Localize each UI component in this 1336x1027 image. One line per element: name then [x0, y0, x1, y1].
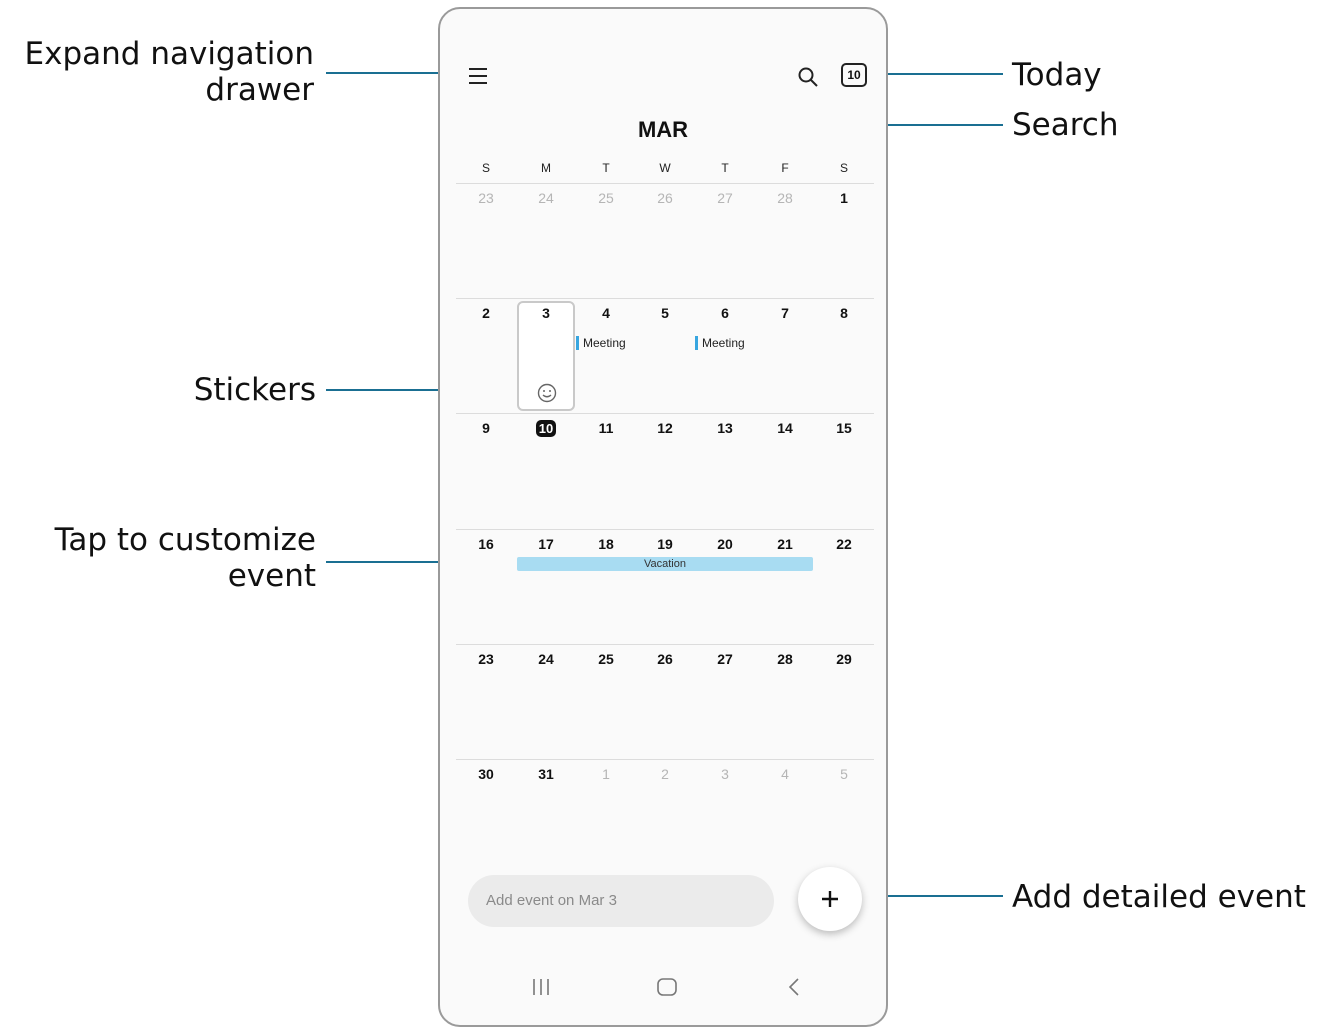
phone-screen: 10 MAR S M T W T F S 23 24 25 26 27 28 1…: [438, 7, 888, 1027]
day-cell[interactable]: 17: [516, 536, 576, 552]
day-cell[interactable]: 3: [695, 766, 755, 782]
day-cell[interactable]: 31: [516, 766, 576, 782]
day-cell-today[interactable]: 10: [516, 420, 576, 437]
callout-search: Search: [1012, 107, 1119, 143]
callout-expand-navigation: Expand navigation drawer: [0, 36, 314, 108]
menu-icon[interactable]: [468, 67, 488, 90]
day-cell[interactable]: 29: [814, 651, 874, 667]
day-cell[interactable]: 27: [695, 190, 755, 206]
day-cell[interactable]: 1: [576, 766, 636, 782]
event-chip-meeting[interactable]: Meeting: [695, 336, 745, 350]
callout-customize-line2: event: [227, 558, 316, 594]
search-icon[interactable]: [797, 66, 819, 93]
day-cell[interactable]: 22: [814, 536, 874, 552]
week-row: 23 24 25 26 27 28 1: [456, 183, 874, 299]
day-cell[interactable]: 26: [635, 190, 695, 206]
day-cell[interactable]: 25: [576, 190, 636, 206]
today-icon-number: 10: [847, 68, 861, 82]
day-cell[interactable]: 9: [456, 420, 516, 436]
day-cell[interactable]: 27: [695, 651, 755, 667]
week-row: 16 17 18 19 20 21 22: [456, 529, 874, 645]
day-cell[interactable]: 24: [516, 651, 576, 667]
add-event-button[interactable]: [798, 867, 862, 931]
day-cell[interactable]: 30: [456, 766, 516, 782]
callout-stickers: Stickers: [193, 372, 316, 408]
event-chip-meeting[interactable]: Meeting: [576, 336, 626, 350]
weekday-label: S: [481, 161, 490, 175]
day-cell[interactable]: 16: [456, 536, 516, 552]
day-cell[interactable]: 26: [635, 651, 695, 667]
event-bar-vacation[interactable]: Vacation: [517, 557, 813, 571]
today-date-badge: 10: [535, 420, 557, 437]
day-cell[interactable]: 7: [755, 305, 815, 321]
weekday-label: M: [541, 161, 551, 175]
day-cell[interactable]: 28: [755, 190, 815, 206]
weekday-label: T: [602, 161, 610, 175]
day-cell[interactable]: 4: [576, 305, 636, 321]
callout-today: Today: [1012, 57, 1102, 93]
recents-icon[interactable]: [530, 977, 552, 1002]
leader-line-add-event: [870, 895, 1003, 897]
weekday-label: F: [781, 161, 789, 175]
day-cell[interactable]: 23: [456, 651, 516, 667]
add-event-input[interactable]: Add event on Mar 3: [468, 875, 774, 927]
callout-customize-line1: Tap to customize: [54, 522, 316, 558]
month-title: MAR: [637, 117, 689, 142]
weekday-label: W: [659, 161, 671, 175]
day-cell[interactable]: 28: [755, 651, 815, 667]
week-row: 9 10 11 12 13 14 15: [456, 413, 874, 529]
day-cell[interactable]: 2: [635, 766, 695, 782]
weekday-label: S: [839, 161, 848, 175]
day-cell[interactable]: 23: [456, 190, 516, 206]
day-cell[interactable]: 12: [635, 420, 695, 436]
week-row: 23 24 25 26 27 28 29: [456, 644, 874, 760]
callout-add-detailed-event: Add detailed event: [1012, 879, 1306, 915]
today-icon[interactable]: 10: [841, 63, 867, 87]
day-cell[interactable]: 3: [516, 305, 576, 321]
day-cell[interactable]: 18: [576, 536, 636, 552]
day-cell[interactable]: 19: [635, 536, 695, 552]
day-cell[interactable]: 13: [695, 420, 755, 436]
callout-customize-event: Tap to customize event: [0, 522, 316, 594]
callout-expand-navigation-line2: drawer: [205, 72, 314, 108]
callout-expand-navigation-line1: Expand navigation: [24, 36, 314, 72]
day-cell[interactable]: 25: [576, 651, 636, 667]
day-cell[interactable]: 11: [576, 420, 636, 436]
day-cell[interactable]: 4: [755, 766, 815, 782]
day-cell[interactable]: 24: [516, 190, 576, 206]
day-cell[interactable]: 5: [635, 305, 695, 321]
home-icon[interactable]: [656, 977, 678, 1002]
day-cell[interactable]: 14: [755, 420, 815, 436]
day-cell[interactable]: 2: [456, 305, 516, 321]
weekday-label: T: [721, 161, 729, 175]
week-row: 30 31 1 2 3 4 5: [456, 759, 874, 875]
day-cell[interactable]: 1: [814, 190, 874, 206]
back-icon[interactable]: [786, 977, 802, 1002]
day-cell[interactable]: 15: [814, 420, 874, 436]
leader-line-today: [870, 73, 1003, 75]
day-cell[interactable]: 20: [695, 536, 755, 552]
add-icon: [821, 890, 839, 913]
day-cell[interactable]: 5: [814, 766, 874, 782]
week-row: 2 3 4 5 6 7 8 Meeting Meeting: [456, 298, 874, 414]
day-cell[interactable]: 6: [695, 305, 755, 321]
day-cell[interactable]: 21: [755, 536, 815, 552]
day-cell[interactable]: 8: [814, 305, 874, 321]
